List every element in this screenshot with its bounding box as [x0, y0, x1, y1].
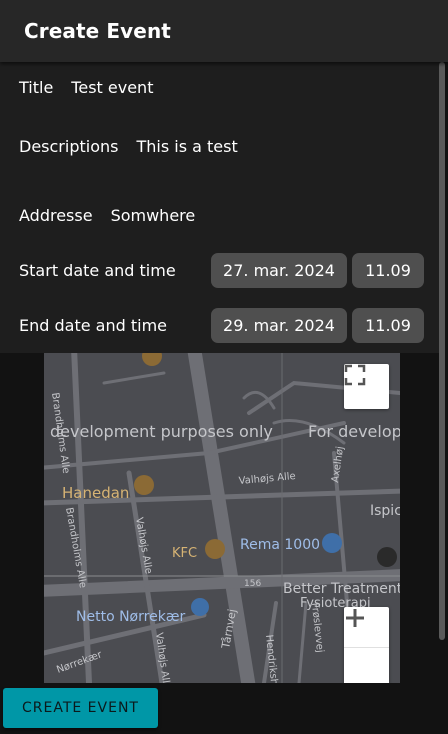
place-rema: Rema 1000 — [240, 537, 320, 553]
start-label: Start date and time — [19, 261, 176, 280]
watermark-1: development purposes only — [50, 422, 273, 441]
title-row: Title Test event — [19, 78, 153, 97]
place-netto: Netto Nørrekær — [76, 609, 186, 625]
address-row: Addresse Somwhere — [19, 206, 195, 225]
title-label: Title — [19, 78, 54, 97]
description-label: Descriptions — [19, 137, 119, 156]
app-bar: Create Event — [0, 0, 448, 62]
place-ispi: Ispic — [370, 503, 400, 519]
start-row: Start date and time — [19, 261, 176, 280]
place-better-treatment: Better Treatment — [283, 581, 400, 597]
map-view[interactable]: development purposes only For developm H… — [44, 353, 400, 683]
watermark-2: For developm — [308, 422, 400, 441]
fullscreen-button[interactable] — [344, 364, 389, 409]
address-value[interactable]: Somwhere — [111, 206, 196, 225]
road-156: 156 — [244, 579, 261, 589]
scrollbar[interactable] — [439, 62, 445, 640]
create-event-button[interactable]: CREATE EVENT — [3, 688, 158, 728]
end-time-picker[interactable]: 11.09 — [352, 308, 424, 343]
place-hanedan: Hanedan — [62, 484, 129, 502]
description-value[interactable]: This is a test — [136, 137, 237, 156]
start-time-picker[interactable]: 11.09 — [352, 253, 424, 288]
minus-icon — [346, 616, 364, 620]
start-date-picker[interactable]: 27. mar. 2024 — [211, 253, 347, 288]
title-value[interactable]: Test event — [71, 78, 153, 97]
end-row: End date and time — [19, 316, 167, 335]
zoom-out-button[interactable] — [344, 616, 389, 684]
zoom-controls — [344, 607, 389, 683]
description-row: Descriptions This is a test — [19, 137, 238, 156]
end-label: End date and time — [19, 316, 167, 335]
address-label: Addresse — [19, 206, 93, 225]
page-title: Create Event — [24, 19, 171, 43]
end-date-picker[interactable]: 29. mar. 2024 — [211, 308, 347, 343]
fullscreen-icon — [344, 364, 366, 386]
place-kfc: KFC — [172, 546, 197, 561]
event-form: Title Test event Descriptions This is a … — [0, 62, 440, 353]
